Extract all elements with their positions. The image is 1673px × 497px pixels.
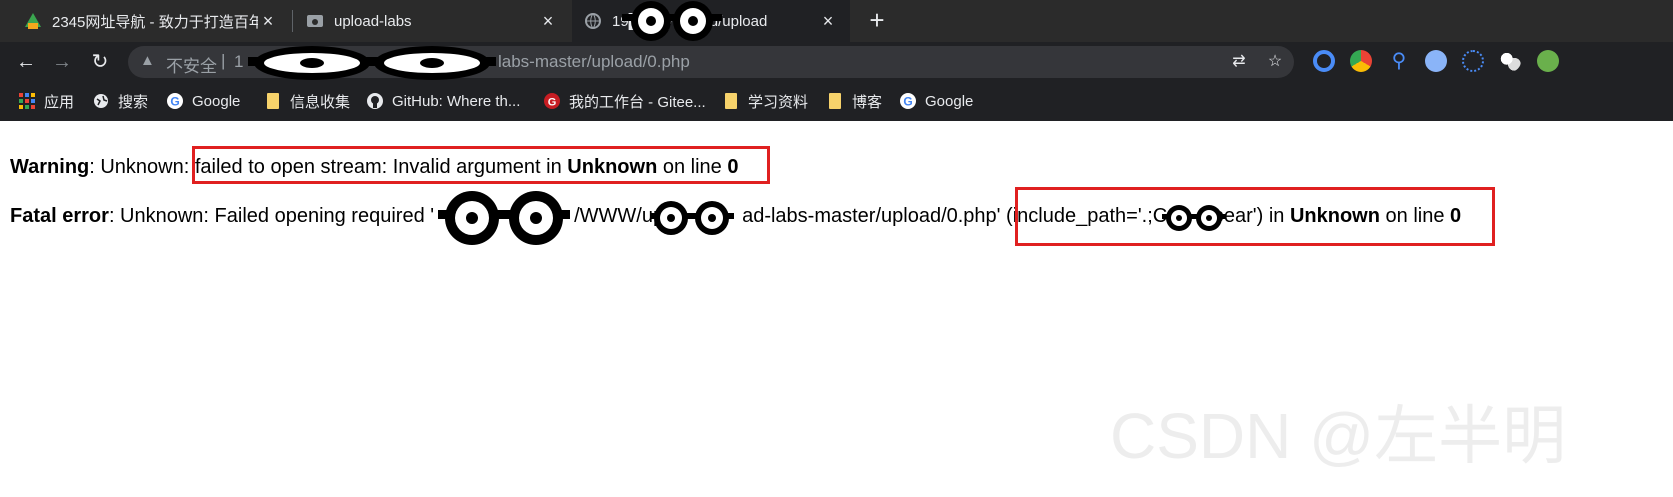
tab-2345[interactable]: 2345网址导航 - 致力于打造百年品牌 × <box>12 0 290 42</box>
extension-ring-icon[interactable] <box>1313 50 1335 72</box>
bookmark-folder-blog[interactable]: 博客 <box>826 88 882 114</box>
google-icon: G <box>899 92 917 110</box>
fatal-label: Fatal error <box>10 205 109 227</box>
forward-button[interactable]: → <box>46 46 78 78</box>
globe-icon <box>92 92 110 110</box>
bookmark-label: GitHub: Where th... <box>392 92 521 110</box>
bookmark-label: Google <box>192 92 241 110</box>
bookmark-github[interactable]: GitHub: Where th... <box>366 88 520 114</box>
warning-label: Warning <box>10 156 90 178</box>
warning-triangle-icon: ▲ <box>140 52 155 69</box>
browser-toolbar: ← → ↻ ▲ 不安全 | 1 labs-master/upload/0.php… <box>0 42 1673 82</box>
fatal-text: : Unknown: Failed opening required ' <box>108 205 435 227</box>
bookmarks-bar: 应用 搜索 G Google 信息收集 GitHub: Where th... … <box>0 82 1673 121</box>
bookmark-google[interactable]: G Google <box>899 88 973 114</box>
bookmark-search[interactable]: 搜索 <box>92 88 148 114</box>
2345-logo-icon <box>24 12 42 30</box>
highlight-box <box>1015 187 1495 246</box>
watermark: CSDN @左半明 <box>1110 400 1567 472</box>
bookmark-folder-info[interactable]: 信息收集 <box>264 88 350 114</box>
tab-close-button[interactable]: × <box>258 11 278 32</box>
bookmark-google[interactable]: G Google <box>166 88 240 114</box>
bookmark-gitee[interactable]: G 我的工作台 - Gitee... <box>543 88 706 114</box>
bookmark-label: Google <box>925 92 974 110</box>
bookmark-label: 我的工作台 - Gitee... <box>569 93 706 111</box>
redaction-glasses-icon <box>622 1 722 41</box>
tab-upload-labs[interactable]: upload-labs × <box>294 0 570 42</box>
github-icon <box>366 92 384 110</box>
url-prefix: 1 <box>234 52 244 71</box>
bookmark-label: 应用 <box>44 93 75 111</box>
svg-text:G: G <box>548 97 557 109</box>
back-button[interactable]: ← <box>10 46 42 78</box>
svg-text:G: G <box>170 95 179 109</box>
folder-icon <box>264 92 282 110</box>
extension-circle-icon[interactable] <box>1425 50 1447 72</box>
new-tab-button[interactable]: + <box>862 6 892 36</box>
bookmark-apps[interactable]: 应用 <box>18 88 74 114</box>
redaction-glasses-icon <box>650 201 734 235</box>
tab-title: 2345网址导航 - 致力于打造百年品牌 <box>52 13 258 31</box>
reload-button[interactable]: ↻ <box>84 46 116 78</box>
apps-grid-icon <box>18 92 36 110</box>
omnibox-separator: | <box>221 51 226 70</box>
extension-mask-icon[interactable] <box>1537 50 1559 72</box>
extension-cluster-icon[interactable] <box>1499 50 1521 72</box>
folder-icon <box>722 92 740 110</box>
cloud-icon <box>306 12 324 30</box>
highlight-box <box>192 146 770 184</box>
tab-divider <box>292 10 293 32</box>
translate-icon[interactable]: ⇄ <box>1228 51 1250 73</box>
bookmark-label: 学习资料 <box>748 93 809 111</box>
bookmark-folder-study[interactable]: 学习资料 <box>722 88 808 114</box>
redaction-glasses-icon <box>248 46 496 80</box>
bookmark-label: 搜索 <box>118 93 149 111</box>
folder-icon <box>826 92 844 110</box>
tab-close-button[interactable]: × <box>538 11 558 32</box>
pin-icon[interactable]: ⚲ <box>1388 50 1410 72</box>
google-icon: G <box>166 92 184 110</box>
tab-title: upload-labs <box>334 12 412 30</box>
tab-close-button[interactable]: × <box>818 11 838 32</box>
warning-text: : Unknown: <box>89 156 195 178</box>
extension-dots-icon[interactable] <box>1462 50 1484 72</box>
redaction-glasses-icon <box>1162 205 1226 231</box>
bookmark-label: 信息收集 <box>290 93 351 111</box>
gitee-icon: G <box>543 92 561 110</box>
bookmark-label: 博客 <box>852 93 883 111</box>
chrome-icon[interactable] <box>1350 50 1372 72</box>
tab-strip: 2345网址导航 - 致力于打造百年品牌 × upload-labs × 19█… <box>0 0 1673 42</box>
svg-text:G: G <box>903 95 912 109</box>
redaction-glasses-icon <box>438 191 570 245</box>
globe-icon <box>584 12 602 30</box>
insecure-label: 不安全 <box>166 57 217 76</box>
star-icon[interactable]: ☆ <box>1264 51 1286 73</box>
url-suffix: labs-master/upload/0.php <box>498 52 690 71</box>
